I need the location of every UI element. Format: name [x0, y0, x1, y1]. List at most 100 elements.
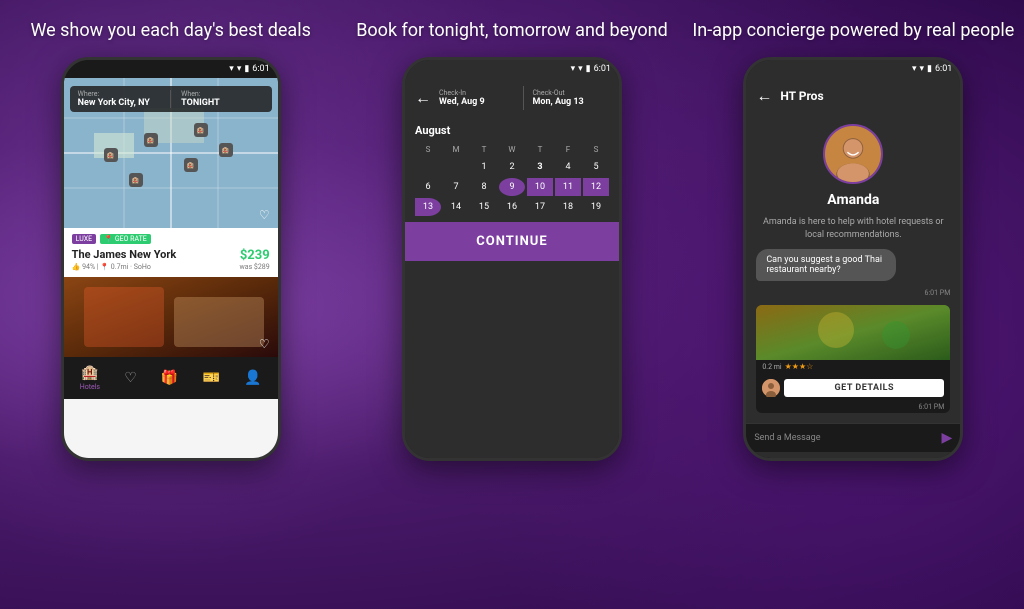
- panel-deals: We show you each day's best deals ▾ ▾ ▮ …: [0, 0, 341, 609]
- cal-day-19[interactable]: 19: [583, 198, 609, 216]
- cal-day-10[interactable]: 10: [527, 178, 553, 196]
- search-bar[interactable]: Where: New York City, NY When: TONIGHT: [70, 86, 272, 112]
- map-heart-icon[interactable]: ♡: [259, 208, 270, 222]
- avatar: [823, 124, 883, 184]
- battery-icon-3: ▮: [927, 64, 932, 74]
- get-details-button[interactable]: GET DETAILS: [784, 379, 944, 397]
- panel-3-title: In-app concierge powered by real people: [692, 18, 1014, 43]
- cal-day-12[interactable]: 12: [583, 178, 609, 196]
- cal-day-9[interactable]: 9: [499, 178, 525, 196]
- time-1: 6:01: [252, 64, 269, 74]
- cal-day-16[interactable]: 16: [499, 198, 525, 216]
- cal-empty-1: [415, 158, 441, 176]
- cal-grid: S M T W T F S 1 2 3 4 5: [415, 143, 609, 216]
- tag-luxe: LUXE: [72, 234, 97, 244]
- cal-day-11[interactable]: 11: [555, 178, 581, 196]
- where-label: Where:: [78, 90, 161, 98]
- chat-time: 6:01 PM: [925, 289, 951, 297]
- phone-1-content: Where: New York City, NY When: TONIGHT 🏨…: [64, 78, 278, 458]
- nav-tickets[interactable]: 🎫: [203, 370, 220, 386]
- bottom-nav: 🏨 Hotels ♡ 🎁 🎫 👤: [64, 357, 278, 399]
- cal-day-17[interactable]: 17: [527, 198, 553, 216]
- map-pin-2: 🏨: [144, 133, 158, 147]
- checkout-block: Check-Out Mon, Aug 13: [532, 89, 609, 107]
- send-message-input[interactable]: Send a Message: [754, 433, 935, 443]
- back-arrow-icon-3[interactable]: ←: [756, 86, 772, 106]
- checkout-date: Mon, Aug 13: [532, 97, 609, 107]
- time-2: 6:01: [594, 64, 611, 74]
- send-button[interactable]: ▶: [942, 430, 953, 446]
- favorites-icon: ♡: [124, 370, 137, 386]
- cal-day-3[interactable]: 3: [527, 158, 553, 176]
- restaurant-card: Lemongrass Bistro 0.2 mi ★★★☆: [756, 305, 950, 413]
- hotel-price: $239: [240, 248, 270, 263]
- tickets-icon: 🎫: [203, 370, 220, 386]
- cal-day-7[interactable]: 7: [443, 178, 469, 196]
- cal-day-4[interactable]: 4: [555, 158, 581, 176]
- phone-1: ▾ ▾ ▮ 6:01: [61, 57, 281, 461]
- map-pin-6: 🏨: [194, 123, 208, 137]
- hotels-icon: 🏨: [81, 365, 98, 381]
- hotel-name: The James New York: [72, 248, 177, 261]
- when-label: When:: [181, 90, 264, 98]
- nav-favorites[interactable]: ♡: [124, 370, 137, 386]
- hotel-rating-dist: 👍 94% | 📍 0.7mi · SoHo: [72, 263, 151, 271]
- map-icon: 📍: [100, 263, 109, 271]
- day-header-s1: S: [415, 143, 441, 156]
- concierge-desc: Amanda is here to help with hotel reques…: [756, 216, 950, 241]
- restaurant-rating-row: 0.2 mi ★★★☆: [756, 360, 950, 375]
- hotel-card-1: LUXE 📍 GEO RATE The James New York $239 …: [64, 228, 278, 277]
- checkin-label: Check-In: [439, 89, 516, 97]
- cal-day-14[interactable]: 14: [443, 198, 469, 216]
- map-pin-1: 🏨: [104, 148, 118, 162]
- cal-day-13[interactable]: 13: [415, 198, 441, 216]
- panel-2-title: Book for tonight, tomorrow and beyond: [356, 18, 668, 43]
- status-bar-2: ▾ ▾ ▮ 6:01: [405, 60, 619, 78]
- cal-day-15[interactable]: 15: [471, 198, 497, 216]
- restaurant-info: GET DETAILS: [756, 375, 950, 401]
- cal-day-6[interactable]: 6: [415, 178, 441, 196]
- time-3: 6:01: [935, 64, 952, 74]
- cal-day-8[interactable]: 8: [471, 178, 497, 196]
- signal-icon-2: ▾: [578, 64, 583, 74]
- when-field: When: TONIGHT: [181, 90, 264, 108]
- phone-2-content: ← Check-In Wed, Aug 9 Check-Out Mon, Aug…: [405, 78, 619, 458]
- concierge-body: Amanda Amanda is here to help with hotel…: [746, 114, 960, 423]
- main-container: We show you each day's best deals ▾ ▾ ▮ …: [0, 0, 1024, 609]
- hotel-image-svg: [64, 277, 278, 357]
- signal-icon-3: ▾: [919, 64, 924, 74]
- back-arrow-icon[interactable]: ←: [415, 88, 431, 108]
- continue-button[interactable]: CONTINUE: [405, 222, 619, 261]
- nav-hotels[interactable]: 🏨 Hotels: [80, 365, 100, 391]
- cal-day-5[interactable]: 5: [583, 158, 609, 176]
- nav-gifts[interactable]: 🎁: [161, 370, 178, 386]
- search-divider: [170, 90, 171, 108]
- thumbs-icon: 👍: [72, 263, 81, 271]
- checkout-label: Check-Out: [532, 89, 609, 97]
- where-value: New York City, NY: [78, 98, 161, 108]
- restaurant-image: Lemongrass Bistro: [756, 305, 950, 360]
- cal-day-18[interactable]: 18: [555, 198, 581, 216]
- panel-1-title: We show you each day's best deals: [30, 18, 310, 43]
- day-header-m: M: [443, 143, 469, 156]
- profile-icon: 👤: [244, 370, 261, 386]
- cal-day-1[interactable]: 1: [471, 158, 497, 176]
- chat-bubble: Can you suggest a good Thai restaurant n…: [756, 249, 896, 281]
- day-header-f: F: [555, 143, 581, 156]
- hotel-2-heart-icon[interactable]: ♡: [259, 337, 270, 351]
- nav-hotels-label: Hotels: [80, 383, 100, 391]
- card-time: 6:01 PM: [756, 401, 950, 413]
- gifts-icon: 🎁: [161, 370, 178, 386]
- day-header-t2: T: [527, 143, 553, 156]
- wifi-icon-3: ▾: [912, 64, 917, 74]
- status-bar-3: ▾ ▾ ▮ 6:01: [746, 60, 960, 78]
- phone-2: ▾ ▾ ▮ 6:01 ← Check-In Wed, Aug 9: [402, 57, 622, 461]
- cal-day-2[interactable]: 2: [499, 158, 525, 176]
- cal-empty-2: [443, 158, 469, 176]
- concierge-header: ← HT Pros: [746, 78, 960, 114]
- pin-icon: 📍: [104, 235, 113, 243]
- nav-profile[interactable]: 👤: [244, 370, 261, 386]
- hotel-name-row: The James New York $239: [72, 248, 270, 263]
- hotel-image-2: ♡: [64, 277, 278, 357]
- battery-icon: ▮: [244, 64, 249, 74]
